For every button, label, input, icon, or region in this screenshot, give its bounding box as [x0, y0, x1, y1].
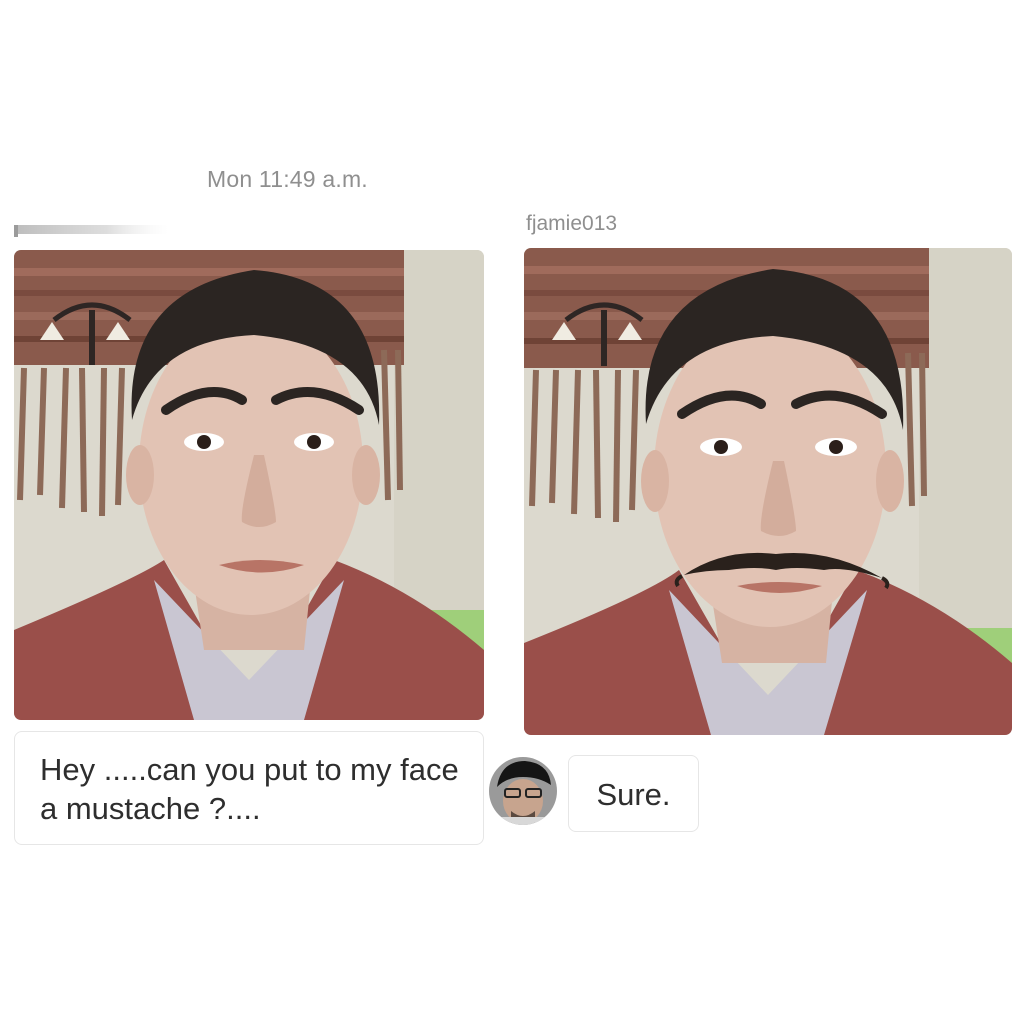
edited-selfie-photo[interactable]	[524, 248, 1012, 735]
message-timestamp: Mon 11:49 a.m.	[207, 166, 368, 192]
reply-message-bubble: Sure.	[568, 755, 699, 832]
original-selfie-photo[interactable]	[14, 250, 484, 720]
reply-username[interactable]: fjamie013	[526, 212, 617, 236]
request-message-bubble: Hey .....can you put to my face a mustac…	[14, 731, 484, 845]
reply-avatar[interactable]	[489, 757, 557, 825]
redacted-sender-name	[14, 220, 169, 238]
